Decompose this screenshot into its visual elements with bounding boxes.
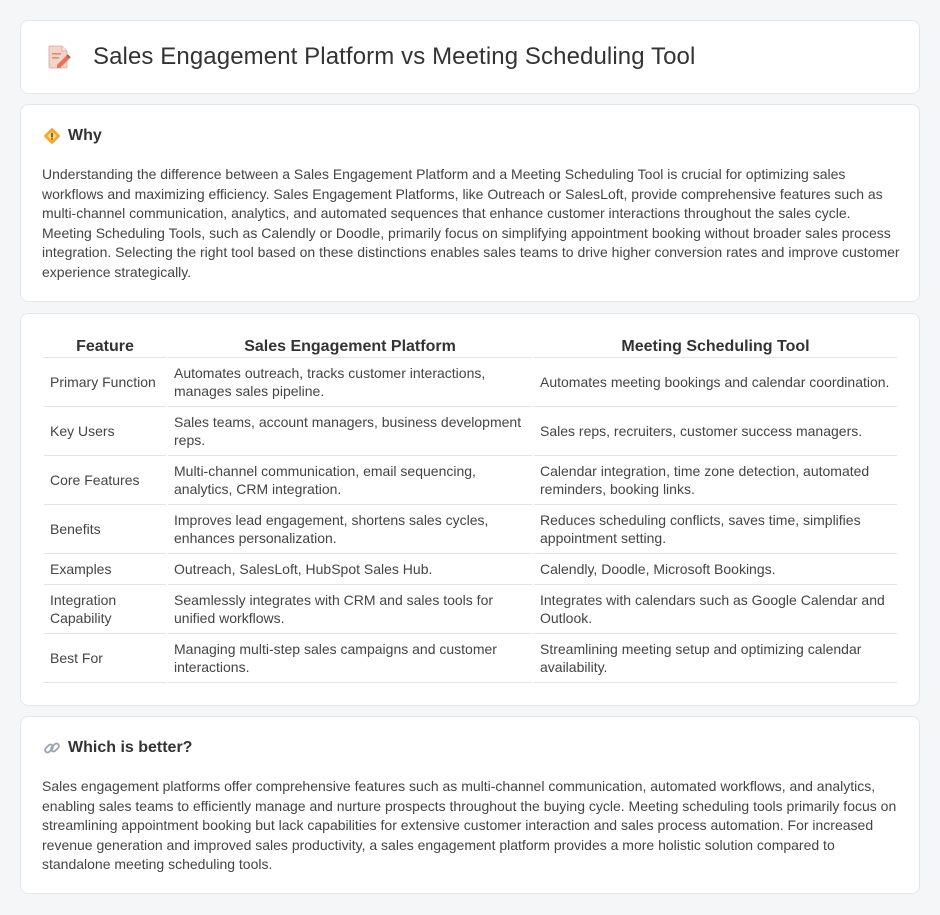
table-row: Examples Outreach, SalesLoft, HubSpot Sa… bbox=[44, 554, 897, 585]
mst-cell: Automates meeting bookings and calendar … bbox=[534, 358, 897, 407]
table-row: Best For Managing multi-step sales campa… bbox=[44, 634, 897, 683]
feature-cell: Integration Capability bbox=[44, 585, 166, 634]
better-body: Sales engagement platforms offer compreh… bbox=[42, 778, 897, 872]
why-section: Why Understanding the difference between… bbox=[20, 104, 920, 302]
mst-cell: Streamlining meeting setup and optimizin… bbox=[534, 634, 897, 683]
sep-cell: Seamlessly integrates with CRM and sales… bbox=[168, 585, 532, 634]
feature-cell: Core Features bbox=[44, 456, 166, 505]
feature-cell: Key Users bbox=[44, 407, 166, 456]
table-row: Core Features Multi-channel communicatio… bbox=[44, 456, 897, 505]
title-card: Sales Engagement Platform vs Meeting Sch… bbox=[20, 20, 920, 94]
table-row: Key Users Sales teams, account managers,… bbox=[44, 407, 897, 456]
page-title: Sales Engagement Platform vs Meeting Sch… bbox=[93, 43, 696, 70]
mst-cell: Calendly, Doodle, Microsoft Bookings. bbox=[534, 554, 897, 585]
sep-cell: Multi-channel communication, email seque… bbox=[168, 456, 532, 505]
why-heading-row: Why bbox=[43, 127, 102, 145]
mst-cell: Reduces scheduling conflicts, saves time… bbox=[534, 505, 897, 554]
why-body: Understanding the difference between a S… bbox=[42, 166, 900, 280]
mst-cell: Integrates with calendars such as Google… bbox=[534, 585, 897, 634]
feature-cell: Benefits bbox=[44, 505, 166, 554]
better-heading-row: Which is better? bbox=[43, 739, 192, 757]
why-heading: Why bbox=[68, 127, 102, 144]
sep-cell: Sales teams, account managers, business … bbox=[168, 407, 532, 456]
title-row: Sales Engagement Platform vs Meeting Sch… bbox=[45, 43, 695, 71]
comparison-section: Feature Sales Engagement Platform Meetin… bbox=[20, 313, 920, 706]
table-header-row: Feature Sales Engagement Platform Meetin… bbox=[44, 336, 897, 358]
table-row: Primary Function Automates outreach, tra… bbox=[44, 358, 897, 407]
sep-cell: Automates outreach, tracks customer inte… bbox=[168, 358, 532, 407]
table-row: Integration Capability Seamlessly integr… bbox=[44, 585, 897, 634]
header-feature: Feature bbox=[44, 336, 166, 358]
mst-cell: Calendar integration, time zone detectio… bbox=[534, 456, 897, 505]
sep-cell: Managing multi-step sales campaigns and … bbox=[168, 634, 532, 683]
diamond-sign-icon bbox=[44, 128, 60, 144]
feature-cell: Primary Function bbox=[44, 358, 166, 407]
link-icon bbox=[44, 742, 60, 754]
feature-cell: Examples bbox=[44, 554, 166, 585]
comparison-table: Feature Sales Engagement Platform Meetin… bbox=[42, 336, 899, 683]
better-heading: Which is better? bbox=[68, 739, 193, 756]
document-pencil-icon bbox=[48, 45, 71, 69]
header-meeting-scheduling-tool: Meeting Scheduling Tool bbox=[534, 336, 897, 358]
sep-cell: Improves lead engagement, shortens sales… bbox=[168, 505, 532, 554]
which-is-better-section: Which is better? Sales engagement platfo… bbox=[20, 716, 920, 894]
mst-cell: Sales reps, recruiters, customer success… bbox=[534, 407, 897, 456]
header-sales-engagement-platform: Sales Engagement Platform bbox=[168, 336, 532, 358]
sep-cell: Outreach, SalesLoft, HubSpot Sales Hub. bbox=[168, 554, 532, 585]
feature-cell: Best For bbox=[44, 634, 166, 683]
table-row: Benefits Improves lead engagement, short… bbox=[44, 505, 897, 554]
